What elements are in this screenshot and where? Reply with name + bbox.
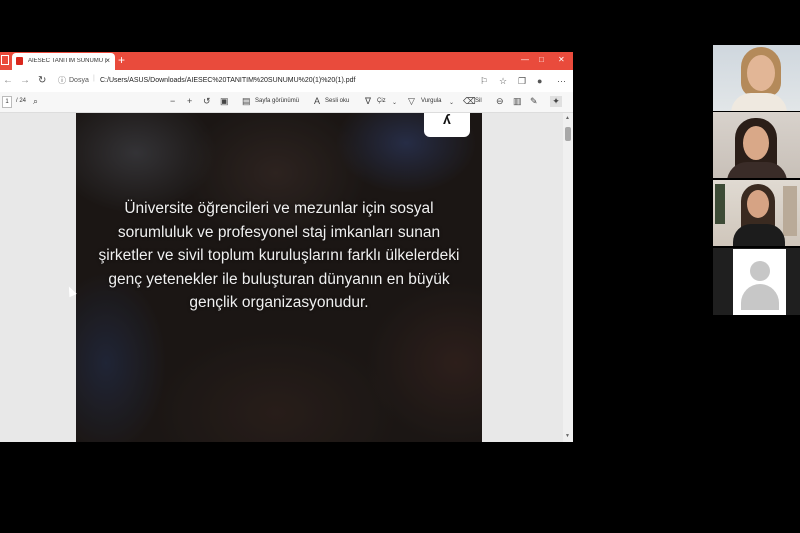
browser-window: AIESEC TANITIM SUNUMU (1) ( × + — □ ✕ ← … xyxy=(0,52,573,442)
participant-body xyxy=(727,162,787,178)
scrollbar[interactable]: ▲ ▼ xyxy=(563,113,573,442)
url-field[interactable]: ⓘ Dosya | C:/Users/ASUS/Downloads/AIESEC… xyxy=(58,74,468,88)
avatar-person-icon xyxy=(750,261,770,281)
address-label: Dosya xyxy=(69,77,89,84)
slide-line: Üniversite öğrencileri ve mezunlar için … xyxy=(124,200,434,217)
pin-toolbar-icon[interactable]: ✦ xyxy=(550,96,562,107)
address-bar: ← → ↻ ⓘ Dosya | C:/Users/ASUS/Downloads/… xyxy=(0,70,573,93)
participant-video-tile[interactable] xyxy=(713,112,800,178)
pdf-toolbar: 1 / 24 ⌕ − + ↺ ▣ ▤ Sayfa görünümü A Sesl… xyxy=(0,92,573,113)
erase-icon[interactable]: ⌫ xyxy=(463,96,476,107)
favorite-icon[interactable]: ☆ xyxy=(499,76,507,87)
forward-icon[interactable]: → xyxy=(20,75,30,86)
refresh-icon[interactable]: ↻ xyxy=(38,75,46,86)
new-tab-icon[interactable]: + xyxy=(118,53,125,67)
slide-line: genç yetenekler ile buluşturan dünyanın … xyxy=(108,270,450,288)
rotate-icon[interactable]: ↺ xyxy=(203,96,211,107)
slide-text: Üniversite öğrencileri ve mezunlar için … xyxy=(96,197,462,315)
participant-face xyxy=(747,190,769,218)
back-icon[interactable]: ← xyxy=(3,75,13,86)
save-icon[interactable]: ▥ xyxy=(513,96,522,107)
read-aloud-button[interactable]: Sesli oku xyxy=(325,98,349,104)
search-icon[interactable]: ⌕ xyxy=(33,96,38,107)
participant-body xyxy=(731,93,787,111)
slide-line: gençlik organizasyonudur. xyxy=(189,294,369,311)
scroll-thumb[interactable] xyxy=(565,127,571,141)
zoom-out-icon[interactable]: − xyxy=(170,96,175,106)
participant-video-tile[interactable] xyxy=(713,248,800,315)
tab-bar: AIESEC TANITIM SUNUMU (1) ( × + — □ ✕ xyxy=(0,52,573,70)
participant-face xyxy=(743,126,769,160)
profile-icon[interactable]: ● xyxy=(537,76,542,86)
fit-page-icon[interactable]: ▣ xyxy=(220,96,229,107)
read-aloud-toolbar-icon[interactable]: A xyxy=(314,96,320,106)
logo-icon: ʎ xyxy=(424,113,470,137)
participant-body xyxy=(733,224,785,246)
zoom-in-icon[interactable]: + xyxy=(187,96,192,106)
erase-button[interactable]: Sil xyxy=(475,98,482,104)
maximize-icon[interactable]: □ xyxy=(539,55,544,64)
page-total: / 24 xyxy=(16,98,27,104)
participant-video-tile[interactable] xyxy=(713,45,800,111)
page-number-input[interactable]: 1 xyxy=(2,96,12,108)
scroll-up-icon[interactable]: ▲ xyxy=(565,115,570,121)
background-shelf xyxy=(783,186,797,236)
page-view-icon[interactable]: ▤ xyxy=(242,96,251,107)
more-icon[interactable]: ⋯ xyxy=(557,76,566,87)
pdf-viewer[interactable]: ʎ Üniversite öğrencileri ve mezunlar içi… xyxy=(0,113,573,442)
read-aloud-icon[interactable]: ⚐ xyxy=(480,76,488,87)
pdf-page: ʎ Üniversite öğrencileri ve mezunlar içi… xyxy=(76,113,482,442)
slide-line: sorumluluk ve profesyonel staj imkanları… xyxy=(117,223,441,241)
highlight-icon[interactable]: ▽ xyxy=(408,96,415,107)
scroll-down-icon[interactable]: ▼ xyxy=(565,433,570,439)
address-separator: | xyxy=(93,75,95,82)
pdf-file-icon xyxy=(16,57,23,65)
tab-pdf[interactable]: AIESEC TANITIM SUNUMU (1) ( × xyxy=(12,53,115,70)
draw-chevron-icon[interactable]: ⌄ xyxy=(392,99,397,106)
save-as-icon[interactable]: ✎ xyxy=(530,96,538,107)
page-view-button[interactable]: Sayfa görünümü xyxy=(255,98,299,104)
draw-icon[interactable]: ∇ xyxy=(365,96,371,107)
draw-button[interactable]: Çiz xyxy=(377,98,386,104)
participant-face xyxy=(747,55,775,91)
tab-actions-icon[interactable] xyxy=(1,55,9,65)
participant-video-tile[interactable] xyxy=(713,180,800,246)
tab-title: AIESEC TANITIM SUNUMU (1) ( xyxy=(28,58,106,64)
highlight-chevron-icon[interactable]: ⌄ xyxy=(449,99,454,106)
url-text[interactable]: C:/Users/ASUS/Downloads/AIESEC%20TANITIM… xyxy=(100,77,355,84)
window-close-icon[interactable]: ✕ xyxy=(558,55,565,64)
collections-icon[interactable]: ❐ xyxy=(518,76,526,87)
participants-panel xyxy=(713,45,800,315)
background-plant xyxy=(715,184,725,224)
info-icon[interactable]: ⓘ xyxy=(58,75,66,86)
minimize-icon[interactable]: — xyxy=(521,55,529,64)
tab-close-icon[interactable]: × xyxy=(105,56,110,65)
print-icon[interactable]: ⊖ xyxy=(496,96,504,107)
slide-line: şirketler ve sivil toplum kuruluşlarını … xyxy=(98,247,460,264)
highlight-button[interactable]: Vurgula xyxy=(421,98,441,104)
